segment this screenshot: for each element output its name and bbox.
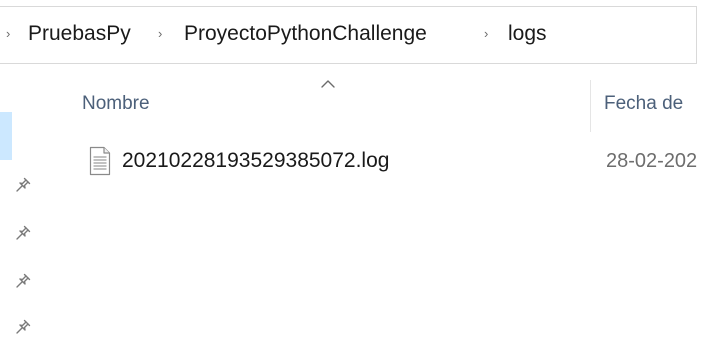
column-header-date-label: Fecha de xyxy=(604,93,684,114)
pin-icon[interactable] xyxy=(14,272,32,290)
text-document-icon xyxy=(89,146,111,176)
pin-icon[interactable] xyxy=(14,318,32,336)
column-header-name-label: Nombre xyxy=(82,93,150,114)
column-divider[interactable] xyxy=(590,80,591,132)
breadcrumb-item-proyectopythonchallenge[interactable]: ProyectoPythonChallenge xyxy=(184,21,427,47)
file-row[interactable]: 20210228193529385072.log 28-02-202 xyxy=(72,138,701,184)
breadcrumb-separator-icon[interactable]: › xyxy=(484,24,488,44)
address-bar[interactable]: › PruebasPy › ProyectoPythonChallenge › … xyxy=(0,0,701,68)
column-header-name[interactable]: Nombre xyxy=(82,72,150,136)
navigation-pane xyxy=(0,68,40,354)
column-header-date[interactable]: Fecha de xyxy=(604,72,683,136)
sort-ascending-icon xyxy=(321,80,335,88)
breadcrumb-item-logs[interactable]: logs xyxy=(508,21,547,47)
file-name[interactable]: 20210228193529385072.log xyxy=(122,148,389,174)
pin-icon[interactable] xyxy=(14,176,32,194)
file-explorer-window: › PruebasPy › ProyectoPythonChallenge › … xyxy=(0,0,701,354)
nav-selected-item[interactable] xyxy=(0,112,12,160)
breadcrumb-separator-icon[interactable]: › xyxy=(6,24,10,44)
file-date: 28-02-202 xyxy=(606,150,698,172)
breadcrumb-separator-icon[interactable]: › xyxy=(158,24,162,44)
pin-icon[interactable] xyxy=(14,224,32,242)
breadcrumb-item-pruebaspy[interactable]: PruebasPy xyxy=(28,21,131,47)
